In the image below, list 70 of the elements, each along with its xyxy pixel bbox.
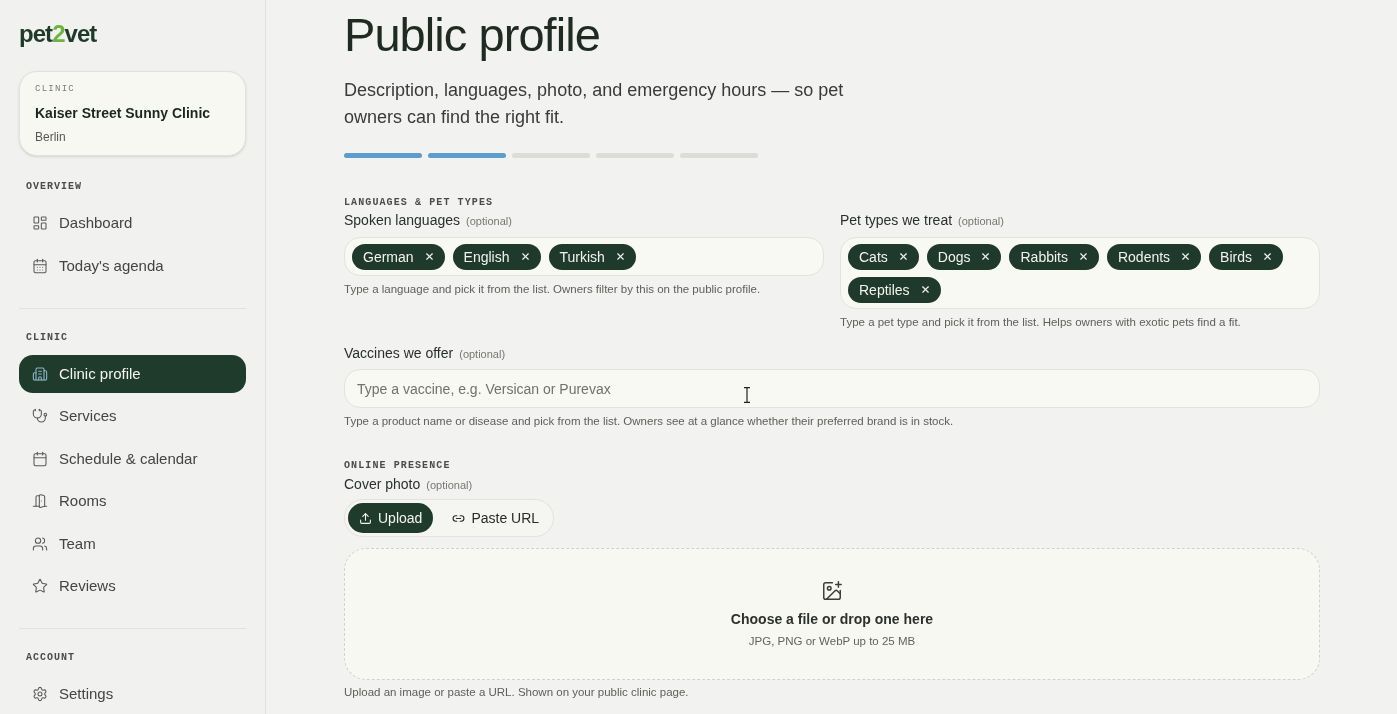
users-icon — [32, 535, 48, 552]
star-icon — [32, 578, 48, 594]
stethoscope-icon — [32, 408, 48, 424]
field-label: Spoken languages — [344, 211, 460, 229]
close-icon[interactable] — [1262, 251, 1273, 262]
nav-item[interactable]: Schedule & calendar — [19, 439, 246, 478]
field-hint: Type a pet type and pick it from the list. Helps owners with exotic pets find a fit. — [840, 315, 1242, 329]
nav-section-heading: CLINIC — [25, 331, 69, 344]
clinic-city: Berlin — [35, 129, 67, 145]
close-icon[interactable] — [614, 251, 626, 262]
field-hint: Type a product name or disease and pick from the list. Owners see at a glance whether their preferred brand is in stock. — [344, 414, 955, 428]
door-icon — [32, 493, 48, 509]
pet-type-chip[interactable]: Birds — [1209, 243, 1283, 270]
vaccine-input[interactable]: Type a vaccine, e.g. Versican or Purevax — [344, 369, 1320, 408]
clinic-name: Kaiser Street Sunny Clinic — [35, 104, 212, 122]
field-hint: Upload an image or paste a URL. Shown on your public clinic page. — [344, 685, 690, 699]
field-hint: Type a language and pick it from the list. Owners filter by this on the public profile. — [344, 282, 762, 296]
section-heading: LANGUAGES & PET TYPES — [344, 197, 495, 209]
image-plus-icon — [821, 580, 843, 602]
close-icon[interactable] — [919, 284, 931, 295]
settings-icon — [32, 686, 48, 702]
language-chip[interactable]: Turkish — [548, 243, 636, 270]
close-icon[interactable] — [897, 251, 909, 262]
clinic-card[interactable]: CLINIC Kaiser Street Sunny Clinic Berlin — [19, 71, 246, 156]
dropzone-title: Choose a file or drop one here — [730, 610, 934, 628]
nav-item[interactable]: Team — [19, 524, 246, 563]
optional-note: (optional) — [426, 478, 473, 493]
optional-note: (optional) — [466, 214, 512, 229]
file-dropzone[interactable]: Choose a file or drop one here JPG, PNG or WebP up to 25 MB — [344, 548, 1320, 680]
nav-item[interactable]: Settings — [19, 675, 246, 713]
calendar-icon — [32, 450, 48, 467]
nav-item[interactable]: Rooms — [19, 482, 246, 520]
close-icon[interactable] — [519, 251, 531, 262]
field-label: Cover photo — [344, 475, 421, 493]
close-icon[interactable] — [980, 251, 992, 262]
source-tab[interactable]: Paste URL — [441, 503, 551, 533]
nav-item[interactable]: Reviews — [19, 567, 246, 605]
page-subtitle: Description, languages, photo, and emergency hours — so pet owners can find the right fit. — [344, 79, 845, 129]
nav-item[interactable]: Services — [19, 397, 246, 435]
pet-type-chip[interactable]: Reptiles — [848, 276, 941, 303]
optional-note: (optional) — [459, 347, 506, 362]
dropzone-subtitle: JPG, PNG or WebP up to 25 MB — [748, 634, 916, 648]
optional-note: (optional) — [958, 214, 1004, 229]
upload-icon — [359, 511, 372, 525]
language-chip[interactable]: English — [452, 243, 541, 270]
nav-item[interactable]: Today's agenda — [19, 246, 246, 285]
pet-type-chip[interactable]: Dogs — [926, 243, 1002, 270]
logo[interactable]: pet2vet — [19, 20, 97, 48]
pet-type-chip[interactable]: Rodents — [1106, 243, 1202, 270]
languages-field[interactable]: German English Turkish — [344, 237, 824, 276]
section-heading: ONLINE PRESENCE — [344, 460, 452, 472]
language-chip[interactable]: German — [352, 243, 445, 270]
close-icon[interactable] — [1077, 251, 1089, 262]
field-label: Pet types we treat — [840, 211, 953, 229]
nav-item[interactable]: Clinic profile — [19, 354, 246, 393]
pet-types-field[interactable]: Cats Dogs Rabbits Rodents Birds Reptiles — [840, 237, 1320, 309]
building-icon — [32, 365, 48, 382]
card-label: CLINIC — [35, 83, 76, 95]
close-icon[interactable] — [1180, 251, 1192, 262]
nav-section-heading: ACCOUNT — [25, 652, 76, 664]
pet-type-chip[interactable]: Cats — [848, 243, 919, 270]
text-cursor-icon — [744, 387, 750, 403]
source-tab[interactable]: Upload — [348, 503, 434, 533]
nav-item[interactable]: Dashboard — [19, 204, 246, 242]
grid-icon — [32, 215, 48, 231]
field-label: Vaccines we offer — [344, 344, 454, 362]
calendar-icon — [32, 257, 48, 274]
nav-section-heading: OVERVIEW — [25, 181, 83, 193]
close-icon[interactable] — [423, 251, 435, 262]
pet-type-chip[interactable]: Rabbits — [1009, 243, 1099, 270]
